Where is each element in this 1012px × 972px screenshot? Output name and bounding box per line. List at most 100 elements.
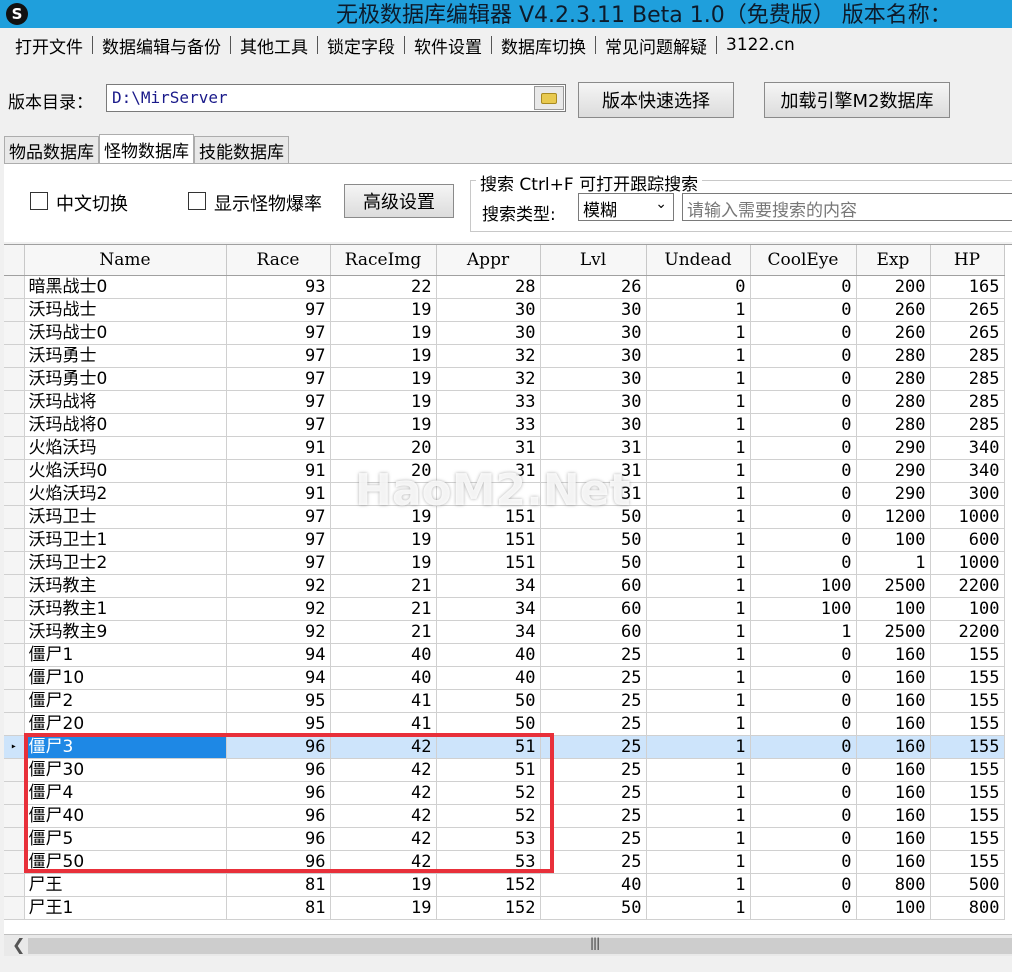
cell-hp[interactable]: 285 bbox=[930, 344, 1005, 368]
menu-other-tools[interactable]: 其他工具 bbox=[231, 33, 317, 58]
cell-hp[interactable]: 600 bbox=[930, 528, 1005, 552]
cell-cooleye[interactable]: 0 bbox=[750, 689, 857, 713]
version-directory-field[interactable]: D:\MirServer bbox=[106, 84, 566, 112]
cell-hp[interactable]: 340 bbox=[930, 436, 1005, 460]
menu-data-edit-backup[interactable]: 数据编辑与备份 bbox=[93, 33, 230, 58]
cell-lvl[interactable]: 31 bbox=[540, 459, 647, 483]
cell-undead[interactable]: 1 bbox=[646, 758, 751, 782]
cell-exp[interactable]: 1 bbox=[856, 551, 931, 575]
cell-race[interactable]: 97 bbox=[226, 390, 331, 414]
cell-cooleye[interactable]: 0 bbox=[750, 758, 857, 782]
search-type-select[interactable]: 模糊 ⌄ bbox=[578, 193, 674, 221]
cell-name[interactable]: 僵尸40 bbox=[24, 804, 227, 828]
cell-lvl[interactable]: 30 bbox=[540, 390, 647, 414]
cell-exp[interactable]: 160 bbox=[856, 689, 931, 713]
table-row[interactable]: 沃玛卫士 97 19 151 50 1 0 1200 1000 bbox=[4, 505, 1005, 529]
load-m2-database-button[interactable]: 加载引擎M2数据库 bbox=[764, 82, 950, 118]
cell-exp[interactable]: 200 bbox=[856, 275, 931, 299]
cell-undead[interactable]: 1 bbox=[646, 850, 751, 874]
cell-race[interactable]: 92 bbox=[226, 620, 331, 644]
cell-lvl[interactable]: 50 bbox=[540, 551, 647, 575]
row-header[interactable] bbox=[4, 804, 25, 828]
cell-undead[interactable]: 1 bbox=[646, 666, 751, 690]
cell-name[interactable]: 僵尸3 bbox=[24, 735, 227, 759]
row-header[interactable] bbox=[4, 873, 25, 897]
cell-race[interactable]: 96 bbox=[226, 850, 331, 874]
cell-raceimg[interactable]: 21 bbox=[330, 574, 437, 598]
cell-cooleye[interactable]: 0 bbox=[750, 459, 857, 483]
cell-race[interactable]: 94 bbox=[226, 643, 331, 667]
cell-race[interactable]: 93 bbox=[226, 275, 331, 299]
cell-raceimg[interactable]: 42 bbox=[330, 735, 437, 759]
cell-cooleye[interactable]: 0 bbox=[750, 712, 857, 736]
cell-lvl[interactable]: 25 bbox=[540, 758, 647, 782]
row-header[interactable] bbox=[4, 896, 25, 920]
cell-race[interactable]: 97 bbox=[226, 321, 331, 345]
cell-exp[interactable]: 1200 bbox=[856, 505, 931, 529]
cell-appr[interactable]: 28 bbox=[436, 275, 541, 299]
cell-hp[interactable]: 265 bbox=[930, 321, 1005, 345]
row-header[interactable] bbox=[4, 643, 25, 667]
cell-undead[interactable]: 1 bbox=[646, 620, 751, 644]
cell-appr[interactable]: 33 bbox=[436, 390, 541, 414]
cell-name[interactable]: 沃玛教主9 bbox=[24, 620, 227, 644]
cell-lvl[interactable]: 40 bbox=[540, 873, 647, 897]
cell-appr[interactable]: 30 bbox=[436, 321, 541, 345]
row-header[interactable] bbox=[4, 505, 25, 529]
cell-name[interactable]: 沃玛战士 bbox=[24, 298, 227, 322]
cell-lvl[interactable]: 60 bbox=[540, 620, 647, 644]
cell-appr[interactable]: 31 bbox=[436, 436, 541, 460]
cell-appr[interactable]: 34 bbox=[436, 574, 541, 598]
table-row[interactable]: 僵尸2 95 41 50 25 1 0 160 155 bbox=[4, 689, 1005, 713]
cell-exp[interactable]: 280 bbox=[856, 390, 931, 414]
tab-monsters-db[interactable]: 怪物数据库 bbox=[99, 134, 194, 164]
cell-race[interactable]: 96 bbox=[226, 827, 331, 851]
cell-raceimg[interactable]: 41 bbox=[330, 712, 437, 736]
cell-raceimg[interactable]: 42 bbox=[330, 804, 437, 828]
cell-race[interactable]: 97 bbox=[226, 367, 331, 391]
cell-race[interactable]: 81 bbox=[226, 873, 331, 897]
cell-name[interactable]: 火焰沃玛0 bbox=[24, 459, 227, 483]
table-row[interactable]: 沃玛教主 92 21 34 60 1 100 2500 2200 bbox=[4, 574, 1005, 598]
cell-undead[interactable]: 1 bbox=[646, 321, 751, 345]
cell-raceimg[interactable]: 20 bbox=[330, 459, 437, 483]
cell-cooleye[interactable]: 0 bbox=[750, 896, 857, 920]
column-header-hp[interactable]: HP bbox=[930, 245, 1005, 276]
cell-name[interactable]: 僵尸20 bbox=[24, 712, 227, 736]
browse-folder-button[interactable] bbox=[534, 86, 564, 110]
row-header[interactable] bbox=[4, 482, 25, 506]
cell-hp[interactable]: 285 bbox=[930, 367, 1005, 391]
table-row[interactable]: 尸王 81 19 152 40 1 0 800 500 bbox=[4, 873, 1005, 897]
table-row[interactable]: ▸ 僵尸3 96 42 51 25 1 0 160 155 bbox=[4, 735, 1005, 759]
row-header[interactable] bbox=[4, 367, 25, 391]
cell-lvl[interactable]: 25 bbox=[540, 712, 647, 736]
table-row[interactable]: 暗黑战士0 93 22 28 26 0 0 200 165 bbox=[4, 275, 1005, 299]
cell-appr[interactable]: 30 bbox=[436, 298, 541, 322]
cell-raceimg[interactable]: 19 bbox=[330, 873, 437, 897]
cell-appr[interactable]: 40 bbox=[436, 643, 541, 667]
cell-cooleye[interactable]: 0 bbox=[750, 482, 857, 506]
cell-undead[interactable]: 1 bbox=[646, 436, 751, 460]
row-header[interactable] bbox=[4, 275, 25, 299]
row-header[interactable] bbox=[4, 597, 25, 621]
cell-lvl[interactable]: 30 bbox=[540, 413, 647, 437]
cell-hp[interactable]: 300 bbox=[930, 482, 1005, 506]
cell-lvl[interactable]: 50 bbox=[540, 505, 647, 529]
cell-appr[interactable]: 152 bbox=[436, 896, 541, 920]
cell-name[interactable]: 僵尸5 bbox=[24, 827, 227, 851]
cell-undead[interactable]: 1 bbox=[646, 298, 751, 322]
cell-raceimg[interactable]: 42 bbox=[330, 850, 437, 874]
table-row[interactable]: 沃玛卫士1 97 19 151 50 1 0 100 600 bbox=[4, 528, 1005, 552]
cell-race[interactable]: 92 bbox=[226, 574, 331, 598]
show-drops-checkbox[interactable] bbox=[188, 192, 206, 210]
row-header[interactable] bbox=[4, 781, 25, 805]
cell-exp[interactable]: 160 bbox=[856, 781, 931, 805]
row-header[interactable] bbox=[4, 827, 25, 851]
table-row[interactable]: 沃玛战士0 97 19 30 30 1 0 260 265 bbox=[4, 321, 1005, 345]
cell-lvl[interactable]: 30 bbox=[540, 298, 647, 322]
cell-raceimg[interactable] bbox=[330, 482, 437, 506]
cell-race[interactable]: 97 bbox=[226, 413, 331, 437]
cell-undead[interactable]: 1 bbox=[646, 689, 751, 713]
cell-raceimg[interactable]: 19 bbox=[330, 344, 437, 368]
cell-appr[interactable]: 33 bbox=[436, 413, 541, 437]
